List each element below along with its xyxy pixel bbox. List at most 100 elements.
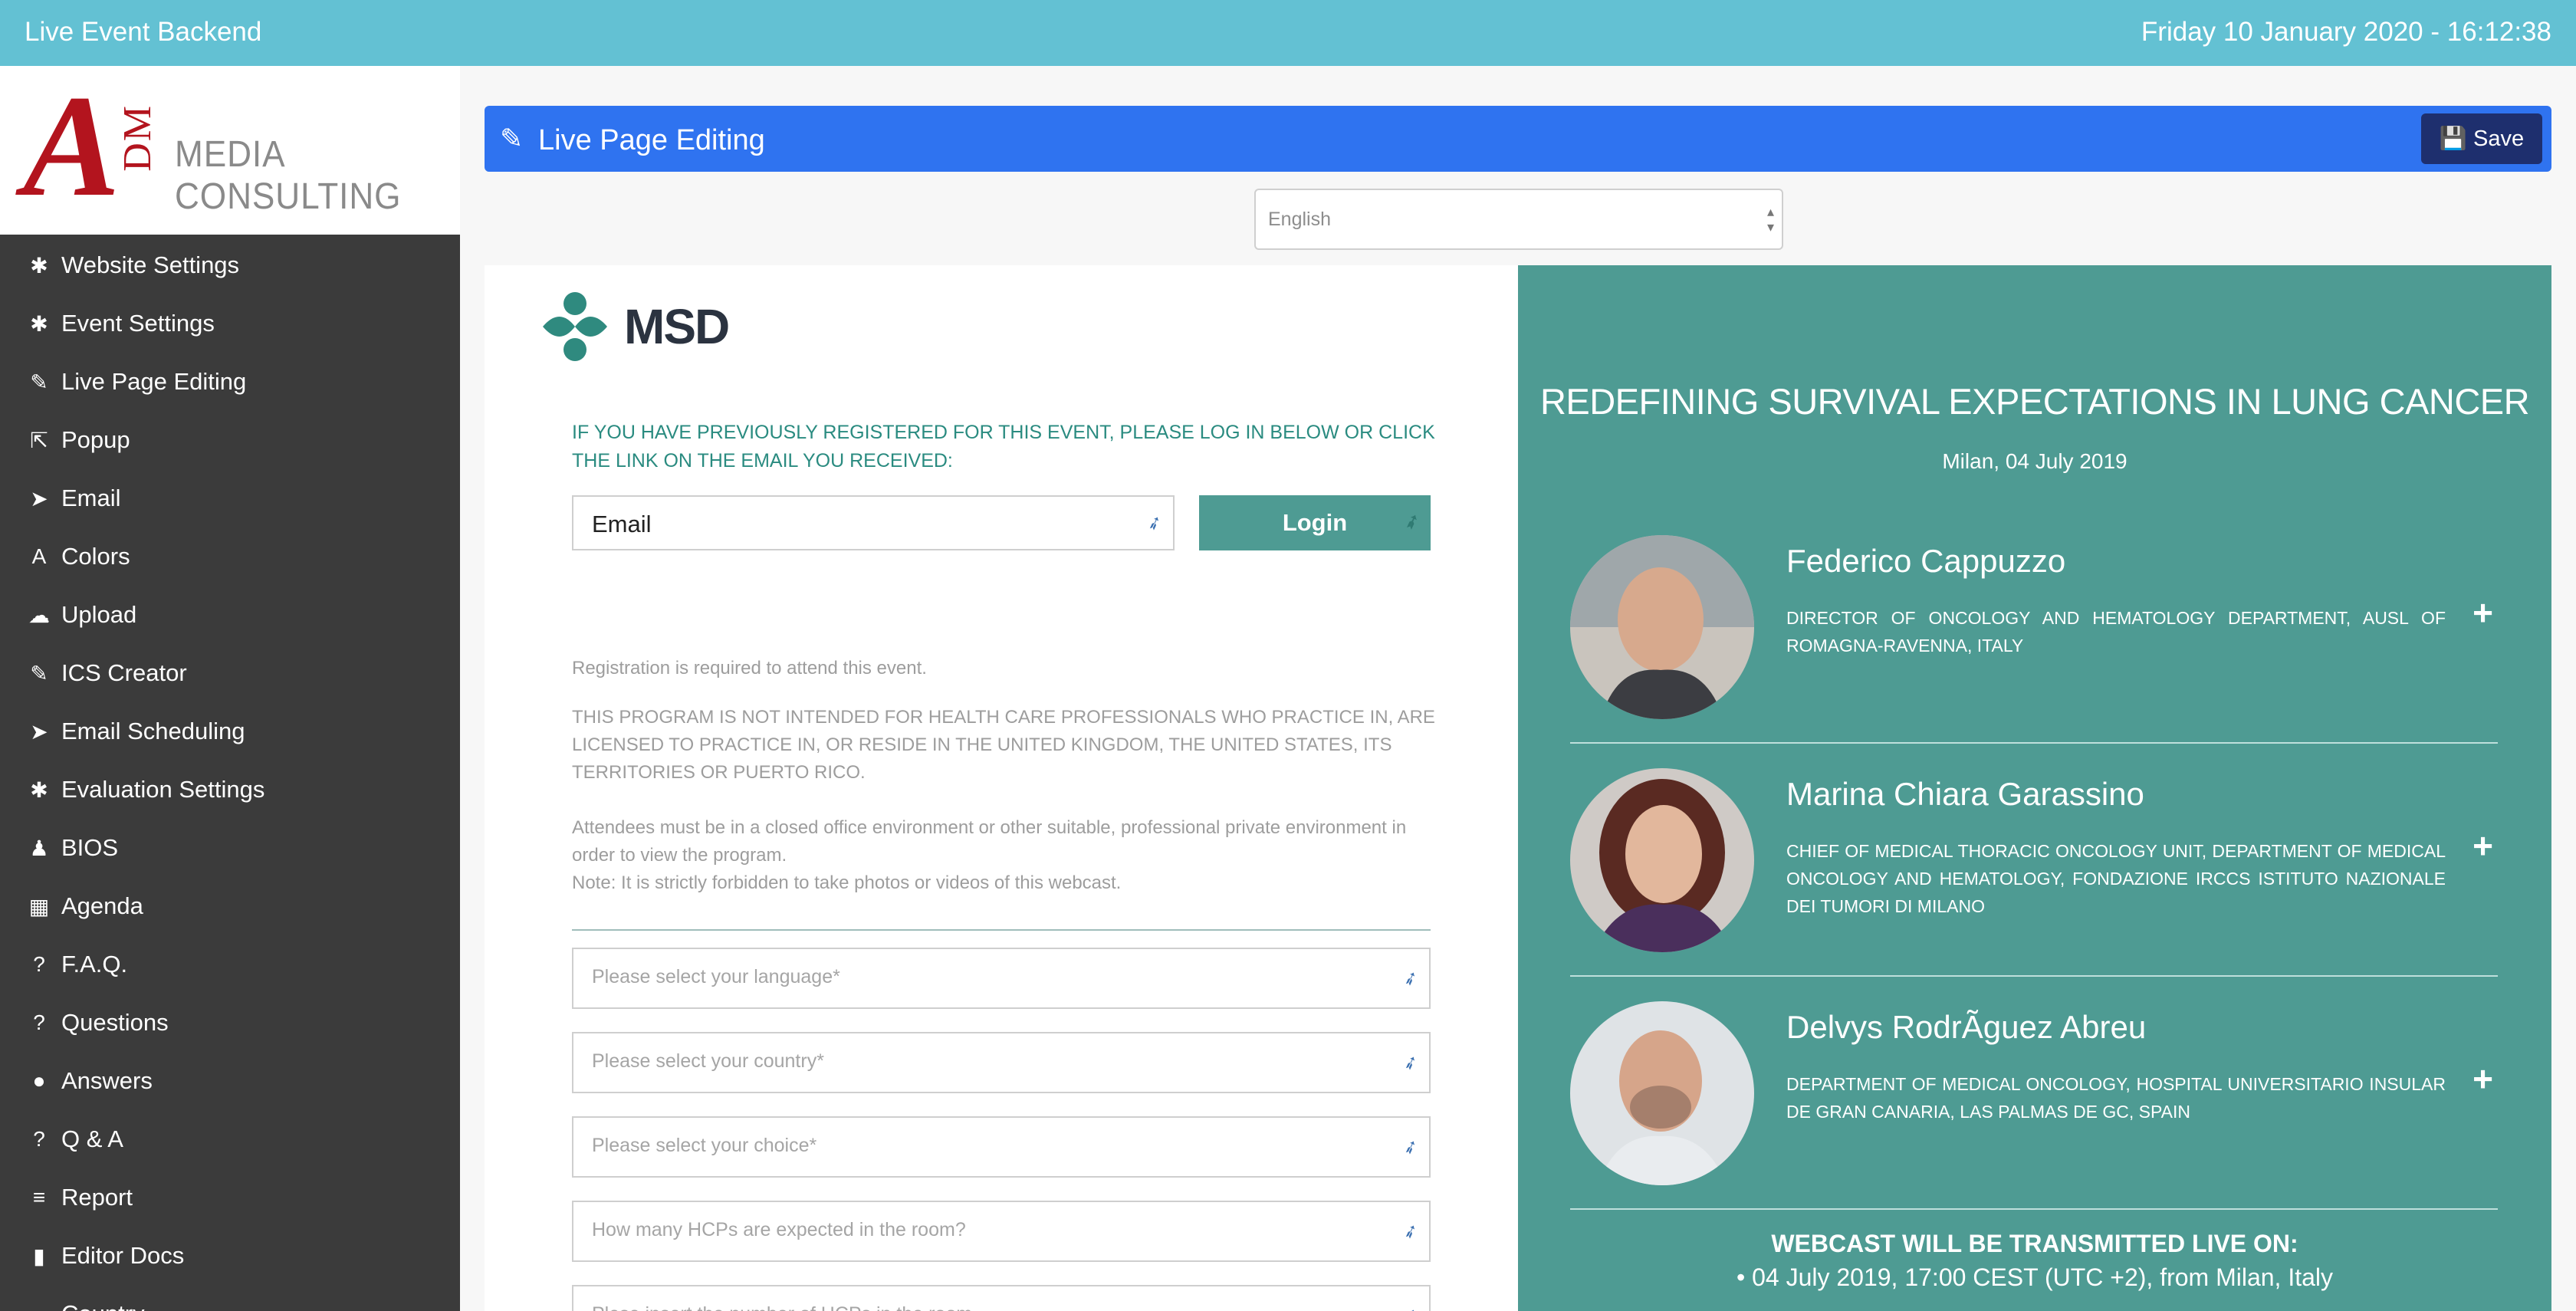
sidebar-item-colors[interactable]: A Colors <box>0 527 460 586</box>
forbidden-note: Note: It is strictly forbidden to take p… <box>572 872 1122 893</box>
question-circle-icon: ? <box>33 1127 45 1151</box>
speaker-name: Delvys RodrÃguez Abreu <box>1786 1009 2147 1045</box>
email-input[interactable]: Email ➶ <box>572 495 1175 550</box>
sidebar-item-bios[interactable]: ♟ BIOS <box>0 819 460 877</box>
field-marker-icon: ➶ <box>1400 1303 1422 1311</box>
gear-icon: ✱ <box>30 777 48 802</box>
login-button-label: Login <box>1282 509 1348 536</box>
page-header: ✎ Live Page Editing 💾 Save <box>485 106 2551 172</box>
country-field[interactable]: Please select your country* ➶ <box>572 1032 1431 1093</box>
question-icon: ? <box>33 1010 45 1034</box>
gear-icon: ✱ <box>30 253 48 278</box>
attendees-note: Attendees must be in a closed office env… <box>572 817 1407 866</box>
login-button[interactable]: Login ➶ <box>1199 495 1431 550</box>
select-arrows-icon: ▴ ▾ <box>1766 204 1774 235</box>
paper-plane-icon: ➤ <box>30 486 48 511</box>
app-title: Live Event Backend <box>25 17 262 47</box>
speaker-card: Marina Chiara Garassino CHIEF OF MEDICAL… <box>1570 768 2498 1000</box>
sidebar-item-ics-creator[interactable]: ✎ ICS Creator <box>0 644 460 702</box>
question-circle-icon: ? <box>33 952 45 976</box>
main-content: ✎ Live Page Editing 💾 Save English ▴ ▾ MS… <box>460 66 2576 1311</box>
sidebar-item-email-scheduling[interactable]: ➤ Email Scheduling <box>0 702 460 761</box>
book-icon: ▮ <box>33 1244 45 1268</box>
disclaimer-text: THIS PROGRAM IS NOT INTENDED FOR HEALTH … <box>572 707 1435 783</box>
sidebar-item-label: Q & A <box>61 1125 123 1152</box>
login-instructions: IF YOU HAVE PREVIOUSLY REGISTERED FOR TH… <box>572 422 1435 472</box>
sidebar-item-country[interactable]: ▬ Country <box>0 1285 460 1311</box>
choice-field-placeholder: Please select your choice* <box>592 1135 817 1156</box>
msd-mark-icon <box>543 292 607 361</box>
sidebar-item-label: Event Settings <box>61 310 215 337</box>
language-field[interactable]: Please select your language* ➶ <box>572 948 1431 1009</box>
sidebar-item-label: Questions <box>61 1009 169 1036</box>
sidebar-item-email[interactable]: ➤ Email <box>0 469 460 527</box>
sidebar-item-report[interactable]: ≡ Report <box>0 1168 460 1227</box>
sidebar-item-upload[interactable]: ☁ Upload <box>0 586 460 644</box>
language-select[interactable]: English ▴ ▾ <box>1254 189 1783 250</box>
hcp-expected-placeholder: How many HCPs are expected in the room? <box>592 1219 966 1240</box>
cloud-upload-icon: ☁ <box>28 603 50 627</box>
sidebar-item-event-settings[interactable]: ✱ Event Settings <box>0 294 460 353</box>
sidebar-item-label: Email Scheduling <box>61 718 245 744</box>
sidebar-item-website-settings[interactable]: ✱ Website Settings <box>0 236 460 294</box>
sidebar-item-label: Upload <box>61 601 137 628</box>
sidebar-item-label: Colors <box>61 543 130 570</box>
field-marker-icon: ➶ <box>1399 1050 1422 1076</box>
company-logo[interactable]: A DM MEDIA CONSULTING <box>0 66 460 235</box>
paperclip-icon: ✎ <box>30 661 48 685</box>
divider <box>572 929 1431 931</box>
msd-wordmark: MSD <box>624 299 730 354</box>
language-field-placeholder: Please select your language* <box>592 966 840 987</box>
sidebar-item-label: Evaluation Settings <box>61 776 265 803</box>
expand-plus-icon[interactable]: + <box>2472 592 2493 633</box>
logo-letter: A <box>23 66 120 227</box>
calendar-icon: ▦ <box>28 894 50 918</box>
sidebar-item-label: Agenda <box>61 892 143 919</box>
expand-plus-icon[interactable]: + <box>2472 1058 2493 1099</box>
expand-plus-icon[interactable]: + <box>2472 825 2493 866</box>
choice-field[interactable]: Please select your choice* ➶ <box>572 1116 1431 1178</box>
floppy-disk-icon: 💾 <box>2439 127 2467 151</box>
country-field-placeholder: Please select your country* <box>592 1050 824 1072</box>
edit-icon: ✎ <box>30 370 48 394</box>
sidebar-item-editor-docs[interactable]: ▮ Editor Docs <box>0 1227 460 1285</box>
top-bar: Live Event Backend Friday 10 January 202… <box>0 0 2576 66</box>
speaker-divider <box>1570 975 2498 977</box>
speaker-photo <box>1570 1001 1754 1185</box>
sidebar-item-questions[interactable]: ? Questions <box>0 994 460 1052</box>
sidebar-item-label: Website Settings <box>61 251 240 278</box>
speaker-divider <box>1570 1208 2498 1210</box>
preview-login-panel: MSD IF YOU HAVE PREVIOUSLY REGISTERED FO… <box>485 265 1518 1311</box>
sidebar-item-evaluation-settings[interactable]: ✱ Evaluation Settings <box>0 761 460 819</box>
sidebar-item-q-a[interactable]: ? Q & A <box>0 1110 460 1168</box>
datetime-display: Friday 10 January 2020 - 16:12:38 <box>2141 17 2551 47</box>
hcp-number-field[interactable]: Plese insert the number of HCPs in the r… <box>572 1285 1431 1311</box>
comment-icon: ● <box>32 1069 46 1092</box>
sidebar-item-f-a-q[interactable]: ? F.A.Q. <box>0 935 460 994</box>
font-icon: A <box>31 544 47 568</box>
edit-icon: ✎ <box>500 123 524 154</box>
sidebar-item-label: Country <box>61 1300 145 1311</box>
speaker-role: DIRECTOR OF ONCOLOGY AND HEMATOLOGY DEPA… <box>1786 608 2446 656</box>
page-title: Live Page Editing <box>538 124 765 156</box>
speaker-card: Federico Cappuzzo DIRECTOR OF ONCOLOGY A… <box>1570 535 2498 767</box>
sidebar-item-label: Live Page Editing <box>61 368 247 395</box>
hcp-number-placeholder: Plese insert the number of HCPs in the r… <box>592 1303 972 1311</box>
sidebar-item-answers[interactable]: ● Answers <box>0 1052 460 1110</box>
field-marker-icon: ➶ <box>1143 511 1166 536</box>
save-button[interactable]: 💾 Save <box>2421 113 2542 164</box>
hcp-expected-field[interactable]: How many HCPs are expected in the room? … <box>572 1201 1431 1262</box>
speaker-divider <box>1570 742 2498 744</box>
field-marker-icon: ➶ <box>1401 509 1424 534</box>
sidebar-item-label: ICS Creator <box>61 659 187 686</box>
sidebar-item-live-page-editing[interactable]: ✎ Live Page Editing <box>0 353 460 411</box>
event-location-date: Milan, 04 July 2019 <box>1942 449 2128 473</box>
speaker-name: Federico Cappuzzo <box>1786 543 2066 579</box>
sidebar-item-agenda[interactable]: ▦ Agenda <box>0 877 460 935</box>
sidebar-item-popup[interactable]: ⇱ Popup <box>0 411 460 469</box>
sidebar-nav: ✱ Website Settings ✱ Event Settings ✎ Live Pa… <box>0 236 460 1311</box>
speaker-card: Delvys RodrÃguez Abreu DEPARTMENT OF MED… <box>1570 1001 2498 1233</box>
database-icon: ≡ <box>32 1185 46 1209</box>
sidebar-item-label: Answers <box>61 1067 153 1094</box>
save-button-label: Save <box>2473 126 2525 151</box>
